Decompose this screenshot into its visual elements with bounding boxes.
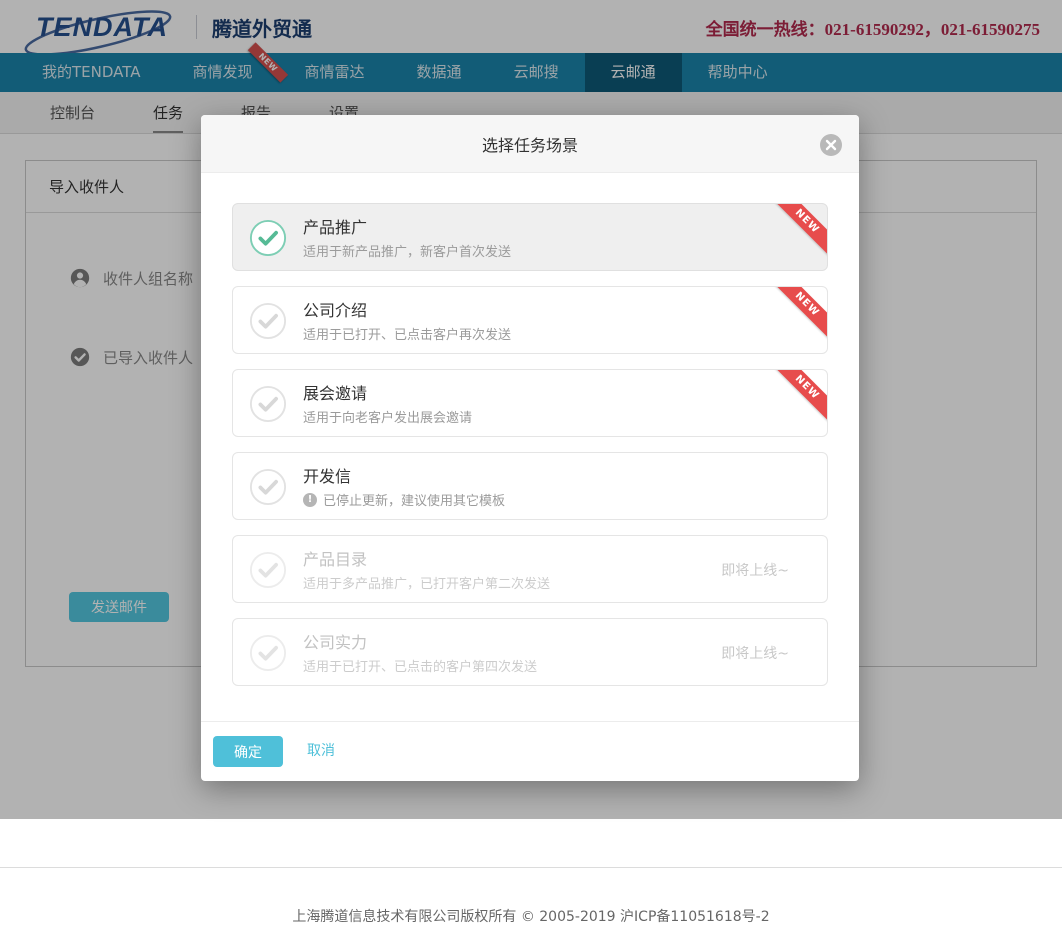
task-option-title: 产品目录	[303, 546, 367, 570]
check-circle-icon	[249, 302, 287, 340]
cancel-button[interactable]: 取消	[307, 736, 335, 767]
check-circle-icon	[249, 634, 287, 672]
modal-footer: 确定 取消	[201, 721, 859, 781]
task-option-desc-text: 适用于已打开、已点击的客户第四次发送	[303, 656, 537, 675]
check-circle-icon	[249, 219, 287, 257]
task-option-desc-text: 适用于多产品推广，已打开客户第二次发送	[303, 573, 550, 592]
task-option-desc-text: 适用于向老客户发出展会邀请	[303, 407, 472, 426]
info-icon: !	[303, 493, 317, 507]
task-option-desc: 适用于多产品推广，已打开客户第二次发送	[303, 573, 550, 592]
check-circle-icon	[249, 468, 287, 506]
task-option-title: 产品推广	[303, 214, 367, 238]
check-circle-icon	[249, 551, 287, 589]
close-icon[interactable]	[820, 134, 842, 156]
task-option-title: 展会邀请	[303, 380, 367, 404]
task-option-card-2[interactable]: 展会邀请 适用于向老客户发出展会邀请 NEW	[232, 369, 828, 437]
new-ribbon: NEW	[771, 369, 828, 424]
modal-title: 选择任务场景	[482, 132, 578, 156]
modal-header: 选择任务场景	[201, 115, 859, 173]
page-footer: 上海腾道信息技术有限公司版权所有 © 2005-2019 沪ICP备110516…	[0, 867, 1062, 926]
coming-soon-label: 即将上线~	[721, 643, 789, 663]
task-option-desc-text: 适用于新产品推广，新客户首次发送	[303, 241, 511, 260]
coming-soon-label: 即将上线~	[721, 560, 789, 580]
task-option-desc-text: 已停止更新，建议使用其它模板	[323, 490, 505, 509]
task-option-card-0[interactable]: 产品推广 适用于新产品推广，新客户首次发送 NEW	[232, 203, 828, 271]
task-option-desc: 适用于新产品推广，新客户首次发送	[303, 241, 511, 260]
task-option-desc: 适用于已打开、已点击客户再次发送	[303, 324, 511, 343]
task-option-desc: 适用于已打开、已点击的客户第四次发送	[303, 656, 537, 675]
confirm-button[interactable]: 确定	[213, 736, 283, 767]
task-option-card-4: 产品目录 适用于多产品推广，已打开客户第二次发送 即将上线~	[232, 535, 828, 603]
copyright-text: 上海腾道信息技术有限公司版权所有 © 2005-2019 沪ICP备110516…	[0, 906, 1062, 926]
task-option-title: 开发信	[303, 463, 351, 487]
task-option-card-5: 公司实力 适用于已打开、已点击的客户第四次发送 即将上线~	[232, 618, 828, 686]
task-option-card-1[interactable]: 公司介绍 适用于已打开、已点击客户再次发送 NEW	[232, 286, 828, 354]
task-option-desc: 适用于向老客户发出展会邀请	[303, 407, 472, 426]
new-ribbon: NEW	[771, 203, 828, 258]
task-option-card-3[interactable]: 开发信 ! 已停止更新，建议使用其它模板	[232, 452, 828, 520]
new-ribbon: NEW	[771, 286, 828, 341]
task-option-title: 公司实力	[303, 629, 367, 653]
task-scene-modal: 选择任务场景 产品推广 适用于新产品推广，新客户首次发送 NEW 公司介绍 适用…	[201, 115, 859, 781]
task-option-title: 公司介绍	[303, 297, 367, 321]
task-option-desc-text: 适用于已打开、已点击客户再次发送	[303, 324, 511, 343]
check-circle-icon	[249, 385, 287, 423]
task-option-desc: ! 已停止更新，建议使用其它模板	[303, 490, 505, 509]
task-option-list: 产品推广 适用于新产品推广，新客户首次发送 NEW 公司介绍 适用于已打开、已点…	[201, 173, 859, 686]
